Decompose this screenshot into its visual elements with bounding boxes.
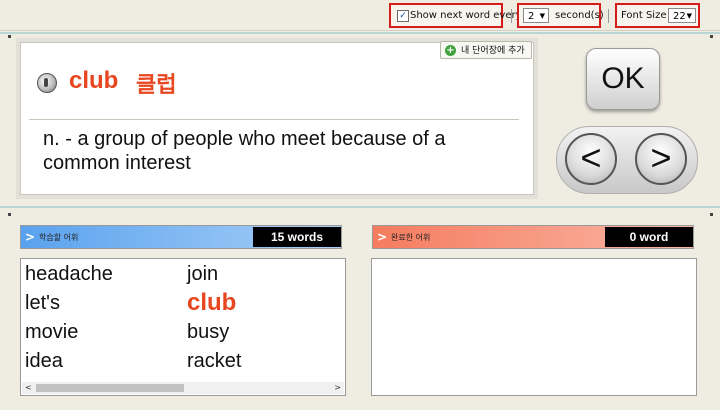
interval-option: 2 ▼ second(s) (517, 3, 604, 28)
list-item[interactable]: racket (187, 350, 241, 373)
scrollbar-thumb[interactable] (36, 384, 184, 392)
auto-advance-label: Show next word every (410, 10, 522, 21)
current-word: club (69, 67, 119, 94)
completed-words-label: 완료한 어휘 (391, 233, 431, 242)
list-item[interactable]: join (187, 263, 218, 286)
resize-handle[interactable] (710, 213, 713, 216)
auto-advance-option[interactable]: ✓ Show next word every (389, 3, 522, 28)
plus-icon: + (445, 45, 456, 56)
seconds-select[interactable]: 2 ▼ (523, 8, 549, 23)
resize-handle[interactable] (8, 35, 11, 38)
completed-word-count: 0 word (605, 227, 693, 247)
navigation-control: < > (556, 126, 698, 194)
dropdown-arrow-icon: ▼ (686, 12, 692, 20)
learning-words-list: headache join let's club movie busy idea… (20, 258, 346, 396)
chevron-left-icon: < (580, 137, 602, 178)
scroll-right-icon[interactable]: > (334, 382, 341, 394)
list-item-selected[interactable]: club (187, 289, 236, 317)
chevron-right-icon: > (650, 137, 672, 178)
seconds-select-value: 2 (528, 11, 535, 22)
font-size-select-value: 22 (673, 11, 686, 22)
learning-word-count: 15 words (253, 227, 341, 247)
horizontal-scrollbar[interactable]: < > (22, 382, 344, 394)
chevron-right-icon: > (377, 230, 388, 244)
font-size-label: Font Size (621, 10, 667, 21)
add-to-wordbook-button[interactable]: + 내 단어장에 추가 (440, 41, 532, 59)
list-item[interactable]: idea (25, 350, 63, 373)
list-item[interactable]: headache (25, 263, 113, 286)
add-to-wordbook-label: 내 단어장에 추가 (461, 46, 525, 56)
list-item[interactable]: let's (25, 292, 60, 315)
font-size-option: Font Size 22 ▼ (615, 3, 700, 28)
toolbar-separator (608, 9, 609, 23)
resize-handle[interactable] (710, 35, 713, 38)
auto-advance-checkbox[interactable]: ✓ (397, 10, 409, 22)
completed-words-header: > 완료한 어휘 0 word (372, 225, 694, 249)
learning-words-header: > 학습할 어휘 15 words (20, 225, 342, 249)
list-item[interactable]: busy (187, 321, 229, 344)
word-definition: n. - a group of people who meet because … (43, 128, 446, 174)
next-button[interactable]: > (635, 133, 687, 185)
resize-handle[interactable] (8, 213, 11, 216)
dropdown-arrow-icon: ▼ (539, 12, 545, 20)
speaker-icon[interactable] (37, 73, 57, 93)
toolbar-separator (511, 9, 512, 23)
scroll-left-icon[interactable]: < (25, 382, 32, 394)
current-word-translation: 클럽 (136, 73, 177, 98)
seconds-label: second(s) (555, 10, 604, 21)
chevron-right-icon: > (25, 230, 36, 244)
ok-button[interactable]: OK (586, 48, 660, 110)
learning-words-label: 학습할 어휘 (39, 233, 79, 242)
word-card: club 클럽 n. - a group of people who meet … (20, 42, 534, 195)
card-divider (29, 119, 519, 120)
divider-line (0, 32, 720, 34)
list-item[interactable]: movie (25, 321, 78, 344)
font-size-select[interactable]: 22 ▼ (668, 8, 696, 23)
completed-words-list (371, 258, 697, 396)
divider-line (0, 206, 720, 208)
previous-button[interactable]: < (565, 133, 617, 185)
top-toolbar (0, 0, 720, 31)
